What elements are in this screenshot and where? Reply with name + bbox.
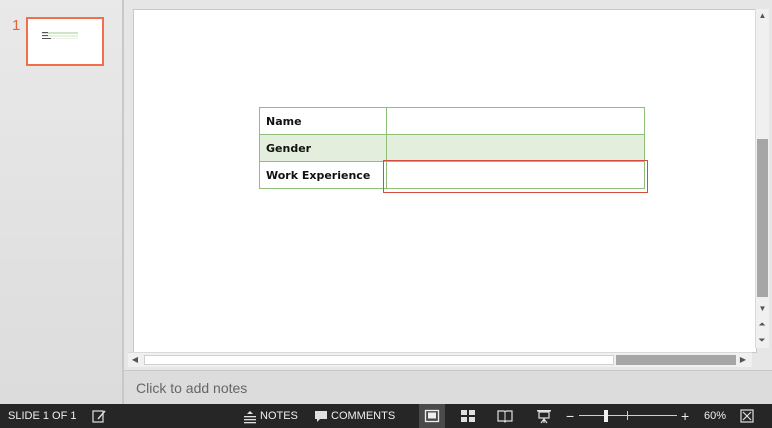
notes-placeholder: Click to add notes [136, 380, 248, 396]
slideshow-icon[interactable] [536, 408, 552, 424]
table-cell-value[interactable] [386, 134, 645, 162]
table-cell-label[interactable]: Work Experience [259, 161, 387, 189]
scroll-up-icon[interactable]: ▲ [756, 9, 769, 22]
cell-selection-highlight [383, 160, 648, 193]
comments-button[interactable]: COMMENTS [331, 404, 395, 428]
scroll-down-icon[interactable]: ▼ [756, 302, 769, 315]
spell-check-icon[interactable] [91, 408, 107, 424]
slide-sorter-icon[interactable] [460, 408, 476, 424]
vertical-scrollbar[interactable]: ▲ ▼ [755, 9, 769, 348]
thumbnail-text-line [42, 35, 48, 36]
notes-icon[interactable] [242, 408, 258, 424]
notes-button[interactable]: NOTES [260, 404, 298, 428]
zoom-slider-track[interactable] [579, 415, 677, 416]
slide-thumbnail-pane: 1 [0, 0, 122, 404]
status-bar: SLIDE 1 OF 1 NOTES COMMENTS − + 60% [0, 404, 772, 428]
zoom-out-button[interactable]: − [566, 404, 574, 428]
zoom-slider-knob[interactable] [604, 410, 608, 422]
table-cell-label[interactable]: Gender [259, 134, 387, 162]
thumbnail-text-line [42, 32, 48, 33]
zoom-in-button[interactable]: + [681, 404, 689, 428]
scroll-left-icon[interactable]: ◀ [128, 353, 142, 367]
vertical-scroll-thumb[interactable] [757, 139, 768, 297]
slide-canvas[interactable]: Name Gender Work Experience [133, 9, 757, 353]
table-cell-value[interactable] [386, 107, 645, 135]
slide-number: 1 [12, 17, 21, 34]
horizontal-scroll-track[interactable] [144, 355, 614, 365]
normal-view-icon[interactable] [424, 408, 440, 424]
zoom-slider-midmark [627, 411, 628, 420]
slide-editing-area: Name Gender Work Experience [124, 0, 772, 368]
table-cell-label[interactable]: Name [259, 107, 387, 135]
table-row: Gender [259, 134, 645, 162]
zoom-level[interactable]: 60% [704, 404, 726, 428]
table-row: Name [259, 107, 645, 135]
reading-view-icon[interactable] [497, 408, 513, 424]
fit-slide-icon[interactable] [739, 408, 755, 424]
horizontal-scroll-thumb[interactable] [616, 355, 736, 365]
comments-icon[interactable] [313, 408, 329, 424]
slide-thumbnail[interactable] [26, 17, 104, 66]
slide-indicator[interactable]: SLIDE 1 OF 1 [8, 404, 76, 428]
thumbnail-text-line [42, 38, 51, 39]
scroll-right-icon[interactable]: ▶ [736, 353, 750, 367]
next-slide-icon[interactable]: ⏷ [755, 334, 769, 346]
horizontal-scrollbar[interactable]: ◀ ▶ [128, 352, 752, 367]
previous-slide-icon[interactable]: ⏶ [755, 318, 769, 330]
notes-pane[interactable]: Click to add notes [124, 370, 772, 405]
